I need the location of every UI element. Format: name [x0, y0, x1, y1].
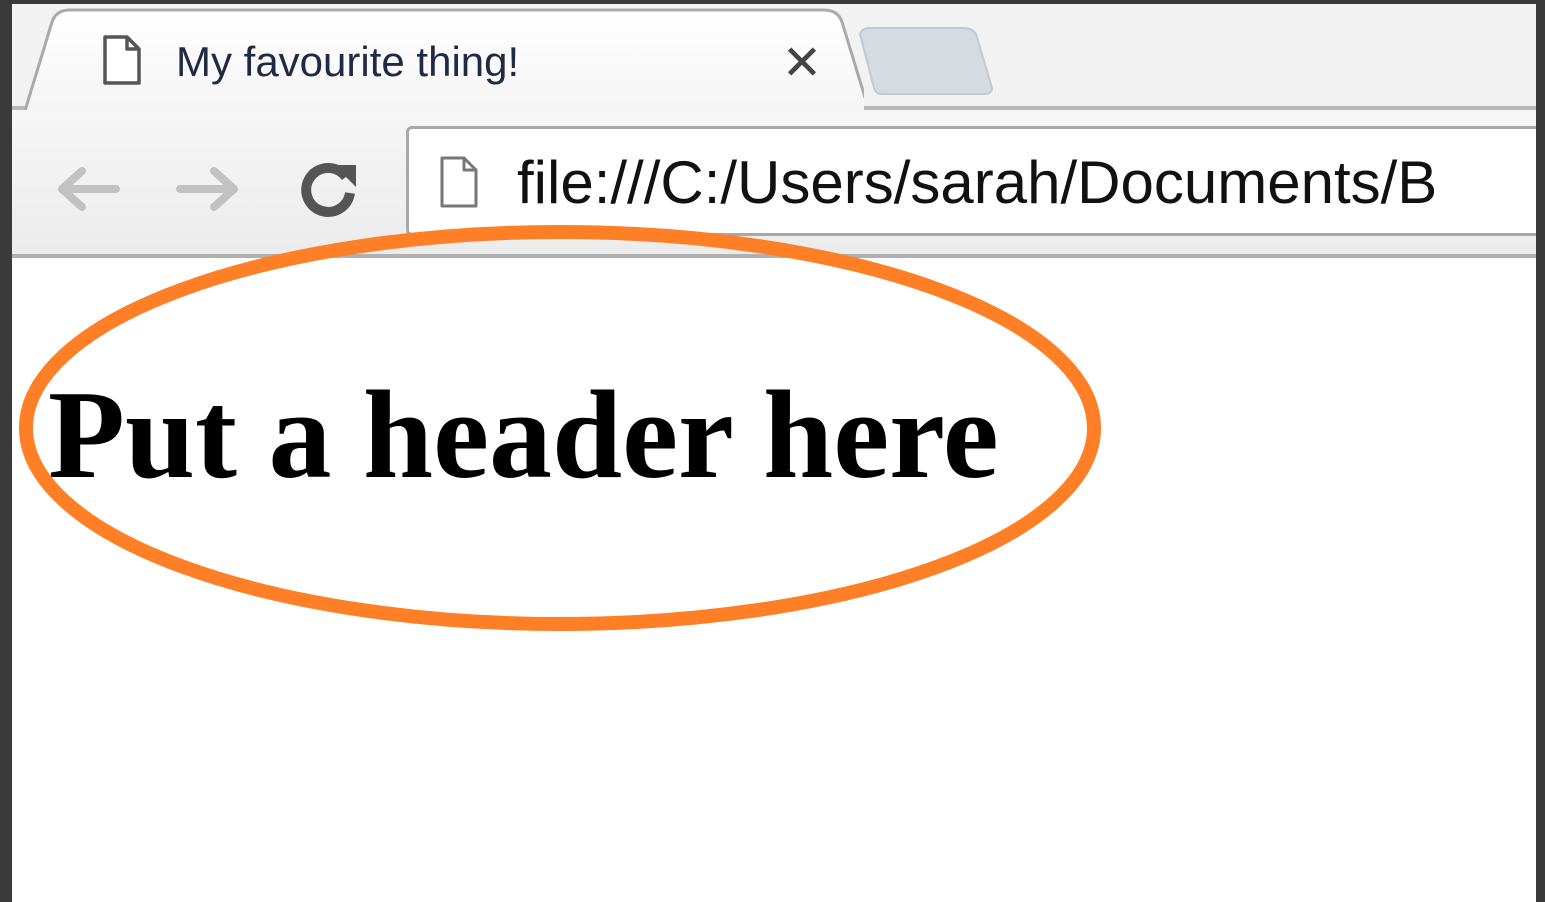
page-content: Put a header here — [12, 258, 1536, 902]
new-tab-button[interactable] — [856, 26, 996, 96]
page-heading: Put a header here — [48, 366, 999, 505]
close-icon[interactable]: ✕ — [776, 38, 828, 90]
back-arrow-icon — [58, 167, 120, 211]
url-text[interactable]: file:///C:/Users/sarah/Documents/B — [517, 149, 1437, 217]
reload-button[interactable] — [288, 154, 368, 224]
forward-arrow-icon — [176, 167, 238, 211]
new-tab-icon — [858, 27, 994, 95]
forward-button[interactable] — [168, 154, 248, 224]
browser-window: My favourite thing! ✕ file:///C:/Users/s… — [12, 4, 1536, 902]
page-icon — [102, 34, 142, 86]
tab-title: My favourite thing! — [176, 38, 520, 85]
address-bar[interactable]: file:///C:/Users/sarah/Documents/B — [406, 126, 1536, 236]
back-button[interactable] — [48, 154, 128, 224]
tab-active[interactable]: My favourite thing! ✕ — [24, 8, 864, 114]
page-icon — [439, 155, 479, 209]
reload-icon — [301, 163, 356, 217]
